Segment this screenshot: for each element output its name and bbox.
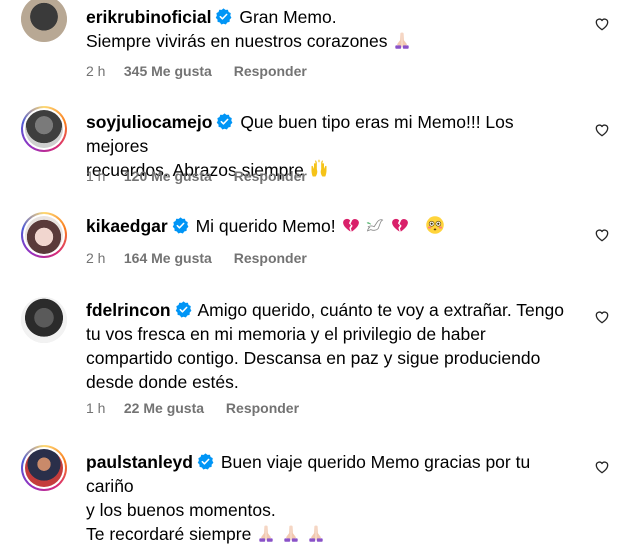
heart-icon[interactable] — [594, 16, 610, 32]
comment-text: Gran Memo. — [239, 7, 337, 27]
comment-text: Mi querido Memo! — [195, 216, 336, 236]
username[interactable]: kikaedgar — [86, 216, 168, 236]
heart-icon[interactable] — [594, 227, 610, 243]
praying-hands-emoji — [306, 523, 326, 543]
avatar[interactable] — [21, 0, 67, 42]
likes-count[interactable]: 120 Me gusta — [124, 168, 212, 184]
comment-time: 2 h — [86, 63, 106, 79]
avatar[interactable] — [21, 297, 67, 343]
comment-text: Te recordaré siempre — [86, 524, 252, 544]
username[interactable]: fdelrincon — [86, 300, 171, 320]
reply-button[interactable]: Responder — [234, 168, 307, 184]
verified-icon — [172, 217, 189, 234]
avatar-photo — [21, 0, 67, 42]
reply-button[interactable]: Responder — [234, 250, 307, 266]
heart-icon[interactable] — [594, 122, 610, 138]
comment-text: Amigo querido, cuánto te voy a extrañar.… — [197, 300, 564, 320]
broken-heart-emoji — [390, 215, 410, 235]
verified-icon — [197, 453, 214, 470]
praying-hands-emoji — [256, 523, 276, 543]
username[interactable]: soyjuliocamejo — [86, 112, 212, 132]
dove-emoji — [365, 215, 385, 235]
comment-text: compartido contigo. Descansa en paz y si… — [86, 348, 541, 368]
comment-time: 2 h — [86, 250, 106, 266]
avatar-photo — [25, 216, 63, 254]
raised-hands-emoji — [309, 159, 329, 179]
comment-text: desde donde estés. — [86, 372, 239, 392]
praying-hands-emoji — [281, 523, 301, 543]
verified-icon — [215, 8, 232, 25]
comment-time: 1 h — [86, 400, 106, 416]
avatar-photo — [25, 110, 63, 148]
verified-icon — [216, 113, 233, 130]
likes-count[interactable]: 22 Me gusta — [124, 400, 204, 416]
avatar[interactable] — [21, 212, 67, 258]
avatar[interactable] — [21, 445, 67, 491]
likes-count[interactable]: 164 Me gusta — [124, 250, 212, 266]
comment-text: y los buenos momentos. — [86, 500, 276, 520]
username[interactable]: erikrubinoficial — [86, 7, 211, 27]
comment-time: 1 h — [86, 168, 106, 184]
comment-text: tu vos fresca en mi memoria y el privile… — [86, 324, 486, 344]
heart-icon[interactable] — [594, 459, 610, 475]
reply-button[interactable]: Responder — [234, 63, 307, 79]
verified-icon — [175, 301, 192, 318]
avatar-photo — [21, 297, 67, 343]
heart-icon[interactable] — [594, 309, 610, 325]
praying-hands-emoji — [392, 30, 412, 50]
avatar-photo — [25, 449, 63, 487]
flushed-face-emoji — [425, 215, 445, 235]
username[interactable]: paulstanleyd — [86, 452, 193, 472]
avatar[interactable] — [21, 106, 67, 152]
likes-count[interactable]: 345 Me gusta — [124, 63, 212, 79]
comment-text: Siempre vivirás en nuestros corazones — [86, 31, 388, 51]
reply-button[interactable]: Responder — [226, 400, 299, 416]
broken-heart-emoji — [341, 215, 361, 235]
